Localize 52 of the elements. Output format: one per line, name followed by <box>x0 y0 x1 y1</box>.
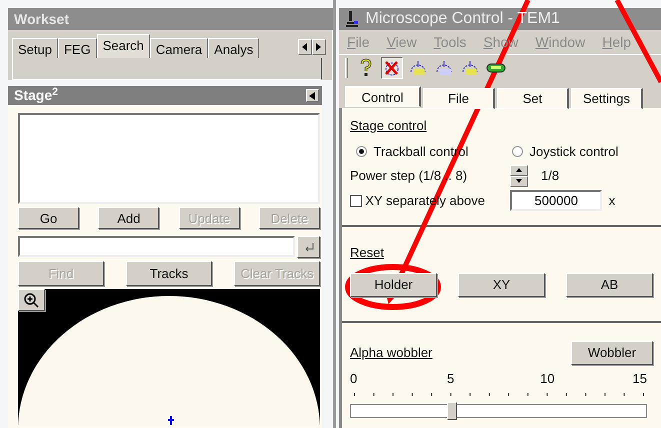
tab[interactable]: File <box>423 88 495 109</box>
section-heading: Stage control <box>350 117 427 135</box>
left-arrow-icon <box>309 92 316 100</box>
zoom-in-icon <box>24 293 40 310</box>
radio-label: Joystick control <box>530 143 618 161</box>
scale-label: 10 <box>540 370 555 388</box>
location-list[interactable] <box>18 113 320 204</box>
name-field[interactable] <box>18 236 295 257</box>
up-arrow-icon <box>516 168 522 172</box>
enter-button[interactable] <box>297 236 320 258</box>
tab[interactable]: Analys <box>208 38 260 58</box>
power-step-value: 1/8 <box>541 167 560 185</box>
section-heading: Reset <box>350 244 384 262</box>
tab[interactable]: Control <box>345 86 421 107</box>
button[interactable]: AB <box>566 272 653 296</box>
button[interactable]: Tracks <box>126 261 212 286</box>
enter-icon <box>302 242 314 253</box>
collapse-button[interactable] <box>306 89 319 102</box>
zoom-button[interactable] <box>18 289 45 312</box>
slider[interactable] <box>350 404 647 418</box>
checkbox[interactable] <box>350 194 362 206</box>
scale-label: 0 <box>350 370 358 388</box>
tab[interactable]: FEG <box>58 38 97 58</box>
microscope-icon <box>345 10 359 28</box>
button[interactable]: Add <box>98 207 160 230</box>
down-arrow-icon <box>516 179 522 184</box>
right-arrow-icon <box>316 42 321 51</box>
spin-button[interactable] <box>510 164 528 187</box>
toolbar-button[interactable] <box>381 56 403 78</box>
tab[interactable]: Camera <box>150 38 208 58</box>
section-heading: Alpha wobbler <box>350 344 432 362</box>
tab[interactable]: Setup <box>12 38 58 58</box>
slider-thumb[interactable] <box>447 402 458 420</box>
scroll-button[interactable] <box>298 38 312 55</box>
tab[interactable]: Set <box>497 88 569 109</box>
tab[interactable]: Settings <box>571 88 643 109</box>
button[interactable]: XY <box>458 272 545 296</box>
panel-title: Workset <box>8 8 333 30</box>
button[interactable]: Go <box>18 207 79 230</box>
unit-label: x <box>608 192 616 210</box>
wobbler-button[interactable]: Wobbler <box>571 340 653 364</box>
radio-button[interactable] <box>356 146 367 158</box>
panel-title: Stage$^{2}$ <box>14 86 58 105</box>
field-label: Power step (1/8 .. 8) <box>350 167 468 185</box>
button[interactable]: Holder <box>350 272 437 296</box>
scroll-button[interactable] <box>312 38 326 55</box>
radio-button[interactable] <box>512 146 523 158</box>
tab[interactable]: Search <box>96 34 150 58</box>
left-arrow-icon <box>302 42 307 51</box>
scale-label: 5 <box>447 370 454 388</box>
scale-label: 15 <box>632 370 647 388</box>
threshold-field[interactable]: 500000 <box>510 190 602 211</box>
